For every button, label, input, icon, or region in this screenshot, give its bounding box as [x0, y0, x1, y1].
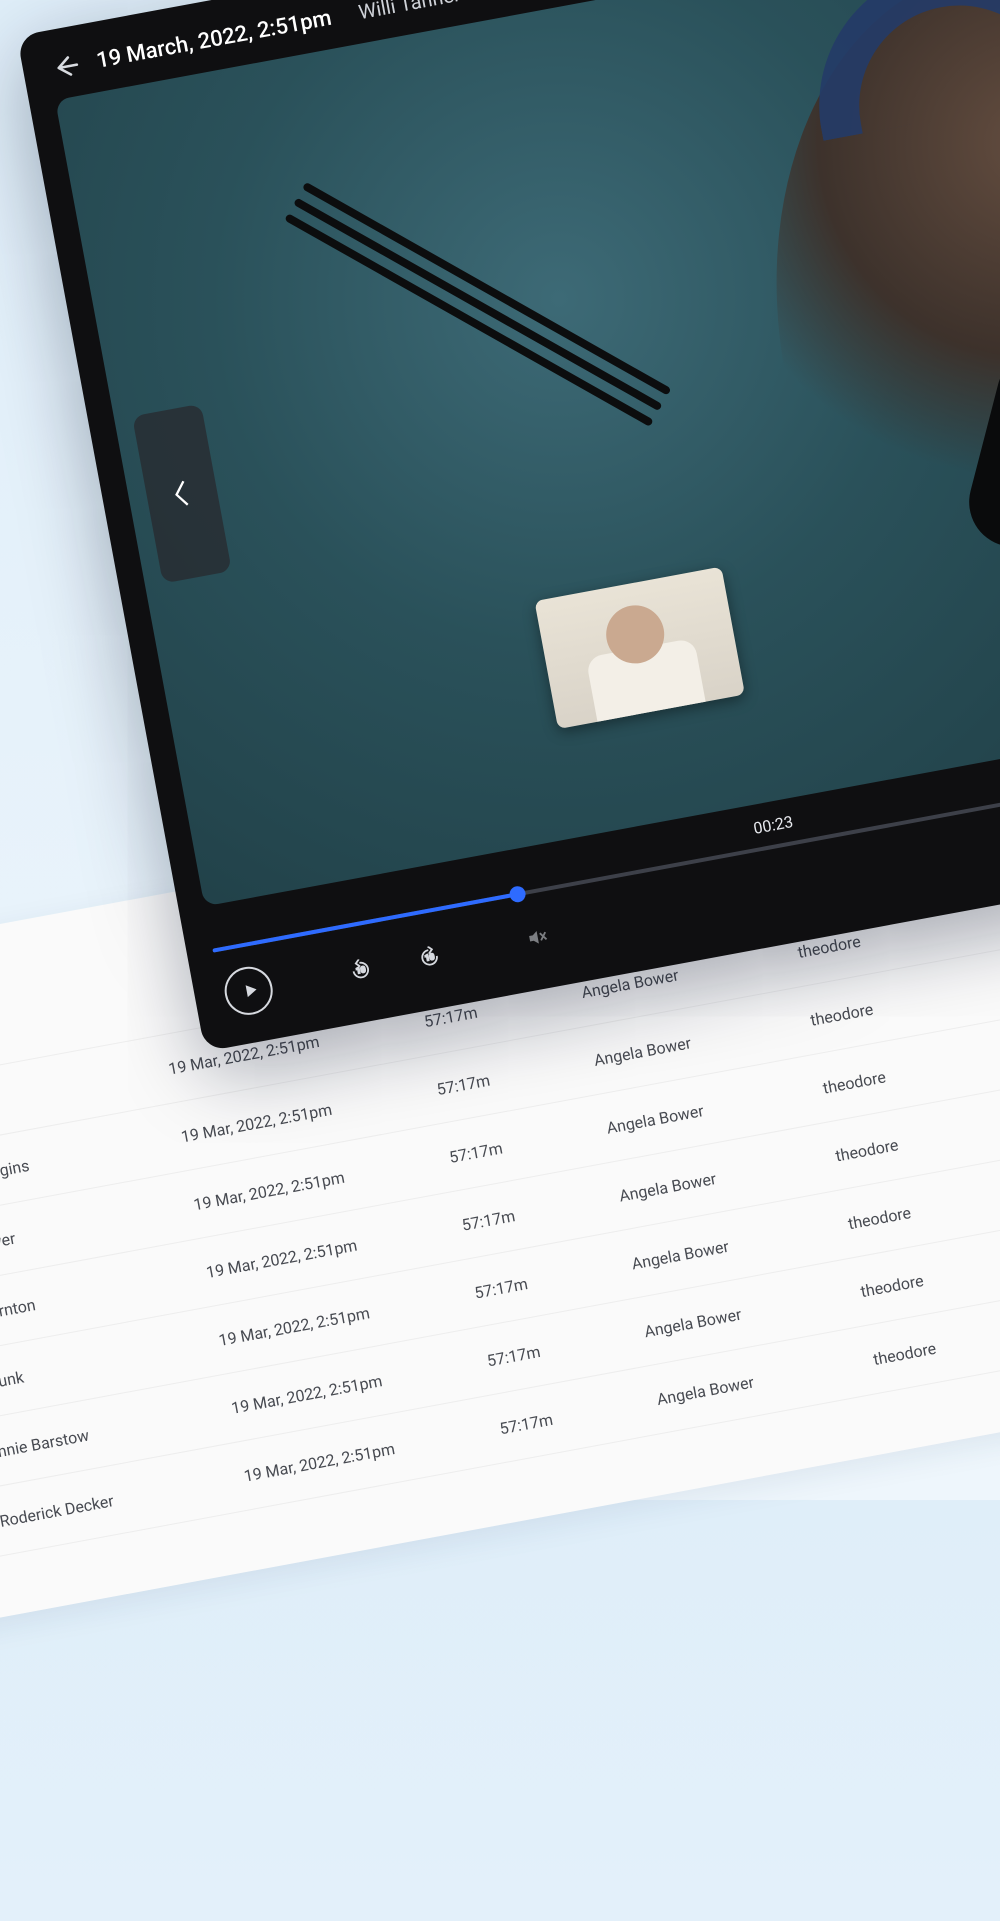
skip-back-label: 10 [355, 965, 366, 977]
row-duration: 57:17m [460, 1186, 621, 1234]
row-duration: 57:17m [435, 1051, 596, 1099]
row-duration: 57:17m [485, 1322, 646, 1370]
play-button[interactable] [221, 963, 277, 1019]
back-arrow-icon[interactable] [51, 51, 81, 81]
skip-fwd-label: 10 [424, 952, 435, 964]
row-duration: 57:17m [473, 1254, 634, 1302]
video-frame[interactable] [55, 0, 1000, 906]
prev-video-button[interactable] [132, 404, 232, 584]
skip-back-10-button[interactable]: 10 [337, 947, 384, 994]
progress-thumb[interactable] [508, 885, 527, 904]
skip-forward-10-button[interactable]: 10 [406, 934, 453, 981]
playback-time: 00:23 [752, 812, 795, 838]
mic-boom-arm [302, 182, 671, 396]
row-duration: 57:17m [448, 1119, 609, 1167]
mute-button[interactable] [514, 914, 561, 961]
row-duration: 57:17m [498, 1390, 659, 1438]
row-participant: Angela Bower [655, 1350, 875, 1409]
picture-in-picture-thumbnail[interactable] [534, 567, 745, 729]
